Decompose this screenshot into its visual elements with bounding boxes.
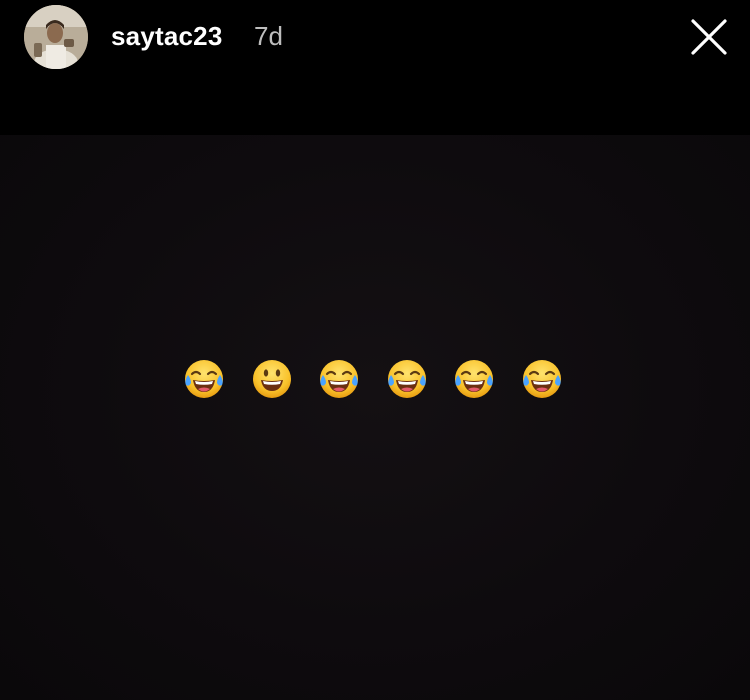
story-content[interactable] xyxy=(0,135,750,700)
story-header: saytac23 7d xyxy=(0,0,750,135)
close-icon xyxy=(691,19,727,55)
avatar-photo-icon xyxy=(24,5,88,69)
story-viewer: saytac23 7d xyxy=(0,0,750,700)
face-with-tears-of-joy-icon xyxy=(320,360,359,398)
emoji-row xyxy=(183,358,563,400)
face-with-tears-of-joy-icon xyxy=(387,360,426,398)
user-avatar[interactable] xyxy=(24,5,88,69)
face-with-tears-of-joy-emoji xyxy=(521,358,563,400)
face-with-tears-of-joy-icon xyxy=(185,360,223,398)
face-with-tears-of-joy-emoji xyxy=(318,358,360,400)
grinning-face-icon xyxy=(252,360,291,398)
username[interactable]: saytac23 xyxy=(111,20,222,52)
face-with-tears-of-joy-icon xyxy=(455,360,494,398)
post-time: 7d xyxy=(254,21,283,51)
face-with-tears-of-joy-icon xyxy=(522,360,561,398)
face-with-tears-of-joy-emoji xyxy=(453,358,495,400)
face-with-tears-of-joy-emoji xyxy=(386,358,428,400)
grinning-face-emoji xyxy=(251,358,293,400)
close-button[interactable] xyxy=(686,14,732,60)
face-with-tears-of-joy-emoji xyxy=(183,358,225,400)
